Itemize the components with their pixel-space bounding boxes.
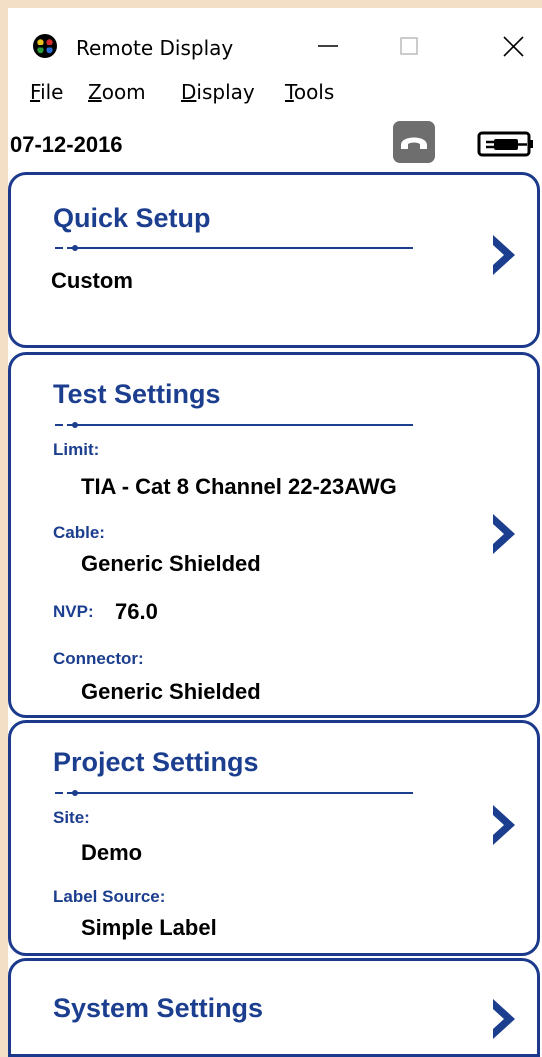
site-label: Site: — [53, 808, 90, 827]
chevron-right-icon[interactable] — [489, 995, 521, 1043]
test-settings-title: Test Settings — [53, 379, 221, 409]
connector-value: Generic Shielded — [81, 679, 261, 704]
project-settings-card[interactable]: Project Settings Site: Demo Label Source… — [8, 720, 540, 956]
connector-label: Connector: — [53, 649, 144, 668]
chevron-right-icon[interactable] — [489, 231, 521, 279]
menu-display[interactable]: Display — [181, 80, 255, 104]
test-settings-card[interactable]: Test Settings Limit: TIA - Cat 8 Channel… — [8, 352, 540, 718]
battery-charging-icon — [477, 131, 533, 157]
window-frame-top — [0, 0, 542, 8]
title-divider — [55, 790, 413, 796]
site-value: Demo — [81, 840, 143, 865]
limit-label: Limit: — [53, 440, 100, 459]
minimize-button[interactable] — [308, 26, 348, 66]
window-frame-left — [0, 0, 8, 1057]
label-source-value: Simple Label — [81, 915, 217, 940]
phone-hangup-icon — [401, 137, 427, 149]
maximize-button[interactable] — [389, 26, 429, 66]
app-icon — [33, 34, 57, 58]
menu-file[interactable]: File — [30, 80, 63, 104]
quick-setup-title: Quick Setup — [53, 203, 211, 233]
window-title: Remote Display — [76, 36, 234, 60]
title-divider — [55, 245, 413, 251]
menu-zoom[interactable]: Zoom — [88, 80, 146, 104]
system-settings-card[interactable]: System Settings — [8, 958, 540, 1057]
nvp-value: 76.0 — [115, 599, 158, 624]
chevron-right-icon[interactable] — [489, 801, 521, 849]
quick-setup-card[interactable]: Quick Setup Custom — [8, 172, 540, 348]
label-source-label: Label Source: — [53, 887, 166, 906]
menu-bar: File Zoom Display Tools — [8, 80, 542, 110]
cable-label: Cable: — [53, 523, 105, 542]
cable-value: Generic Shielded — [81, 551, 261, 576]
limit-value: TIA - Cat 8 Channel 22-23AWG — [81, 474, 397, 499]
title-divider — [55, 422, 413, 428]
project-settings-title: Project Settings — [53, 747, 259, 777]
date-display: 07-12-2016 — [10, 132, 123, 157]
phone-button[interactable] — [393, 121, 435, 163]
close-button[interactable] — [494, 26, 534, 66]
nvp-label: NVP: — [53, 602, 94, 621]
quick-setup-value: Custom — [51, 268, 133, 293]
system-settings-title: System Settings — [53, 993, 264, 1023]
menu-tools[interactable]: Tools — [285, 80, 334, 104]
title-bar[interactable]: Remote Display — [8, 8, 542, 74]
chevron-right-icon[interactable] — [489, 510, 521, 558]
